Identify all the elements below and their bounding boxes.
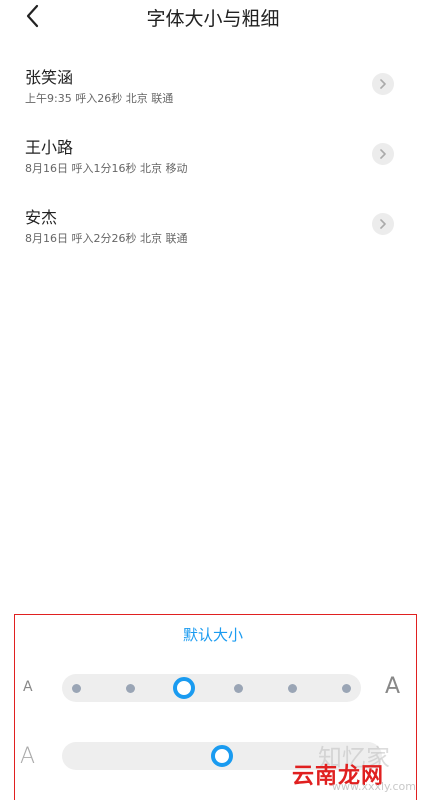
call-details: 上午9:35 呼入26秒 北京 联通 [25,92,174,105]
call-details: 8月16日 呼入2分26秒 北京 联通 [25,232,188,245]
page-title: 字体大小与粗细 [146,8,280,30]
font-size-step-dot[interactable] [233,683,243,693]
call-log-item[interactable]: 张笑涵 上午9:35 呼入26秒 北京 联通 [0,64,426,118]
font-weight-slider-knob[interactable] [211,745,233,767]
watermark-url: www.xxxly.com [332,780,416,793]
caller-name: 王小路 [25,138,74,157]
font-size-step-dot[interactable] [71,683,81,693]
chevron-right-icon [380,79,386,89]
call-log-item[interactable]: 王小路 8月16日 呼入1分16秒 北京 移动 [0,134,426,188]
call-detail-button[interactable] [372,143,394,165]
call-details: 8月16日 呼入1分16秒 北京 移动 [25,162,188,175]
caller-name: 张笑涵 [25,68,74,87]
font-size-step-dot[interactable] [287,683,297,693]
chevron-right-icon [380,219,386,229]
header-bar: 字体大小与粗细 [0,0,426,36]
font-size-slider-knob[interactable] [173,677,195,699]
font-size-slider[interactable] [62,674,361,702]
light-weight-glyph: A [20,744,36,769]
call-detail-button[interactable] [372,213,394,235]
font-size-step-dot[interactable] [341,683,351,693]
font-size-label: 默认大小 [182,626,243,644]
chevron-right-icon [380,149,386,159]
small-size-glyph: A [23,679,33,695]
call-log-item[interactable]: 安杰 8月16日 呼入2分26秒 北京 联通 [0,204,426,258]
large-size-glyph: A [385,674,401,699]
font-size-step-dot[interactable] [125,683,135,693]
call-detail-button[interactable] [372,73,394,95]
watermark: 知忆家 云南龙网 www.xxxly.com [290,744,420,797]
caller-name: 安杰 [25,208,58,227]
